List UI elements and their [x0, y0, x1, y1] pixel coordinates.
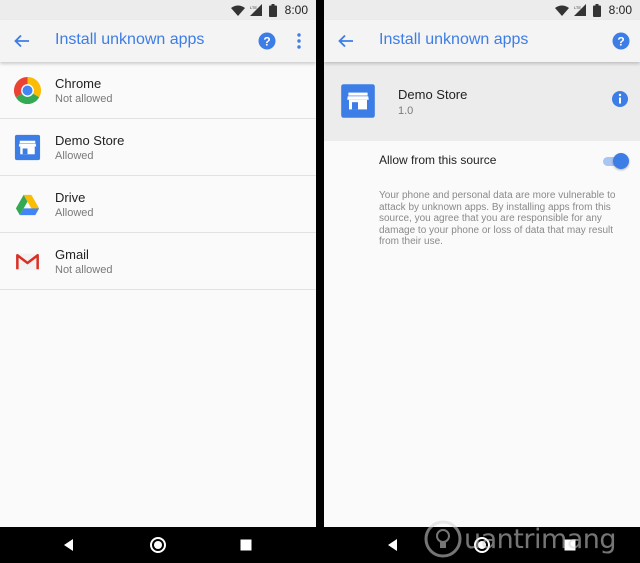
status-time: 8:00 [608, 3, 632, 17]
nav-recents-icon[interactable] [560, 535, 580, 555]
list-item-demo-store[interactable]: Demo Store Allowed [0, 119, 316, 176]
battery-icon [268, 3, 277, 17]
drive-icon [15, 194, 40, 216]
navigation-bar [0, 527, 640, 563]
app-version: 1.0 [398, 105, 414, 117]
app-list: Chrome Not allowed Demo Store Allowed Dr… [0, 62, 316, 290]
back-arrow-icon[interactable] [12, 31, 32, 51]
app-header: Demo Store 1.0 [324, 62, 640, 141]
app-name: Chrome [55, 76, 102, 91]
wifi-icon [230, 5, 245, 16]
cell-signal-icon: LTE [249, 4, 262, 16]
allow-from-source-label: Allow from this source [379, 153, 497, 167]
gmail-icon [15, 253, 40, 271]
info-icon[interactable] [611, 90, 629, 108]
app-name: Gmail [55, 247, 89, 262]
store-icon [341, 84, 375, 118]
app-status: Allowed [55, 207, 94, 219]
app-list-screen: LTE 8:00 Install unknown apps ? Chrome N… [0, 0, 316, 527]
app-detail-screen: LTE 8:00 Install unknown apps ? Demo Sto… [324, 0, 640, 527]
page-title: Install unknown apps [379, 31, 529, 48]
cell-signal-icon: LTE [573, 4, 586, 16]
help-icon[interactable]: ? [257, 31, 277, 51]
network-type: LTE [250, 5, 257, 10]
more-options-icon[interactable] [294, 31, 304, 51]
nav-home-icon[interactable] [472, 535, 492, 555]
nav-home-icon[interactable] [148, 535, 168, 555]
app-bar: Install unknown apps ? [0, 20, 316, 62]
app-bar: Install unknown apps ? [324, 20, 640, 62]
nav-recents-icon[interactable] [236, 535, 256, 555]
status-bar: LTE 8:00 [0, 0, 316, 20]
app-status: Allowed [55, 150, 94, 162]
toggle-thumb [613, 153, 629, 169]
battery-icon [592, 3, 601, 17]
list-item-gmail[interactable]: Gmail Not allowed [0, 233, 316, 290]
back-arrow-icon[interactable] [336, 31, 356, 51]
app-name: Demo Store [55, 133, 125, 148]
network-type: LTE [574, 5, 581, 10]
page-title: Install unknown apps [55, 31, 205, 48]
help-icon[interactable]: ? [611, 31, 631, 51]
allow-from-source-toggle[interactable] [601, 153, 629, 169]
list-item-chrome[interactable]: Chrome Not allowed [0, 62, 316, 119]
security-warning-text: Your phone and personal data are more vu… [379, 190, 616, 247]
list-item-drive[interactable]: Drive Allowed [0, 176, 316, 233]
status-bar: LTE 8:00 [324, 0, 640, 20]
store-icon [14, 134, 41, 161]
app-status: Not allowed [55, 264, 113, 276]
status-time: 8:00 [284, 3, 308, 17]
chrome-icon [13, 76, 42, 105]
app-name: Demo Store [398, 87, 468, 102]
svg-text:?: ? [263, 34, 270, 48]
allow-from-source-row[interactable]: Allow from this source [324, 141, 640, 181]
nav-back-icon[interactable] [383, 535, 403, 555]
app-status: Not allowed [55, 93, 113, 105]
wifi-icon [554, 5, 569, 16]
nav-back-icon[interactable] [59, 535, 79, 555]
app-name: Drive [55, 190, 86, 205]
svg-text:?: ? [617, 34, 624, 48]
